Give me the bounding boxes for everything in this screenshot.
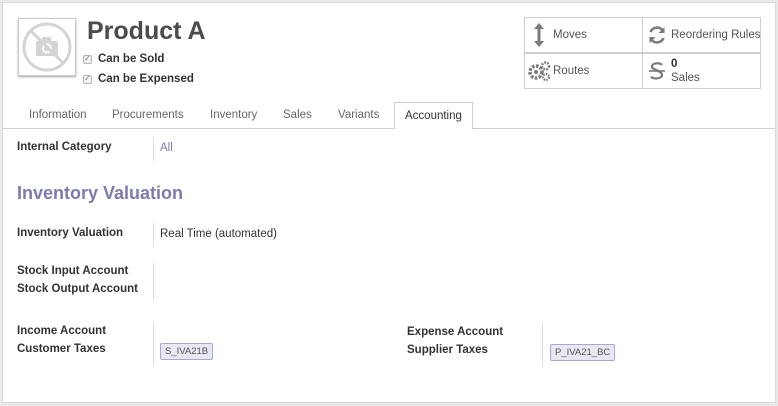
internal-category-value[interactable]: All — [160, 142, 173, 154]
arrows-vertical-icon — [525, 22, 553, 48]
field-divider — [153, 263, 154, 299]
product-form-sheet: Product A ✓ Can be Sold ✓ Can be Expense… — [2, 2, 776, 403]
field-divider — [153, 137, 154, 161]
income-account-label: Income Account — [17, 325, 107, 337]
can-be-expensed-checkbox[interactable]: ✓ — [83, 74, 92, 84]
moves-button[interactable]: Moves — [524, 17, 643, 53]
sales-count: 0 — [671, 58, 678, 70]
field-divider — [153, 223, 154, 247]
supplier-taxes-label: Supplier Taxes — [407, 344, 488, 356]
customer-tax-tag[interactable]: S_IVA21B — [160, 343, 214, 360]
inventory-valuation-label: Inventory Valuation — [17, 227, 124, 239]
gears-icon — [525, 60, 553, 82]
tab-variants[interactable]: Variants — [328, 102, 389, 129]
sales-label: Sales — [671, 72, 700, 84]
internal-category-label: Internal Category — [17, 141, 112, 153]
field-divider — [542, 323, 543, 367]
routes-label: Routes — [553, 65, 590, 77]
refresh-icon — [643, 25, 671, 45]
tab-inventory[interactable]: Inventory — [200, 102, 267, 129]
stock-input-account-label: Stock Input Account — [17, 265, 129, 277]
currency-icon — [643, 59, 671, 83]
expense-account-label: Expense Account — [407, 326, 504, 338]
can-be-expensed-row: ✓ Can be Expensed — [83, 73, 194, 85]
field-divider — [153, 322, 154, 366]
stock-output-account-label: Stock Output Account — [17, 283, 138, 295]
inventory-valuation-heading: Inventory Valuation — [17, 183, 184, 203]
product-name[interactable]: Product A — [87, 17, 206, 46]
customer-taxes-label: Customer Taxes — [17, 343, 106, 355]
product-image[interactable] — [18, 18, 76, 76]
sales-stat: 0 Sales — [671, 57, 700, 85]
camera-placeholder-icon — [22, 22, 72, 72]
reordering-rules-button[interactable]: Reordering Rules — [642, 17, 761, 53]
can-be-sold-checkbox[interactable]: ✓ — [83, 54, 92, 64]
supplier-tax-tag[interactable]: P_IVA21_BC — [550, 344, 616, 361]
can-be-sold-row: ✓ Can be Sold — [83, 53, 164, 65]
notebook-tabs: Information Procurements Inventory Sales… — [3, 102, 775, 130]
tab-procurements[interactable]: Procurements — [102, 102, 194, 129]
inventory-valuation-value[interactable]: Real Time (automated) — [160, 228, 277, 240]
moves-label: Moves — [553, 29, 587, 41]
tab-accounting[interactable]: Accounting — [394, 102, 473, 130]
tab-sales[interactable]: Sales — [273, 102, 322, 129]
routes-button[interactable]: Routes — [524, 53, 643, 89]
reordering-rules-label: Reordering Rules — [671, 29, 761, 41]
tab-information[interactable]: Information — [19, 102, 97, 129]
can-be-sold-label: Can be Sold — [98, 53, 165, 65]
sales-button[interactable]: 0 Sales — [642, 53, 761, 89]
can-be-expensed-label: Can be Expensed — [98, 73, 194, 85]
